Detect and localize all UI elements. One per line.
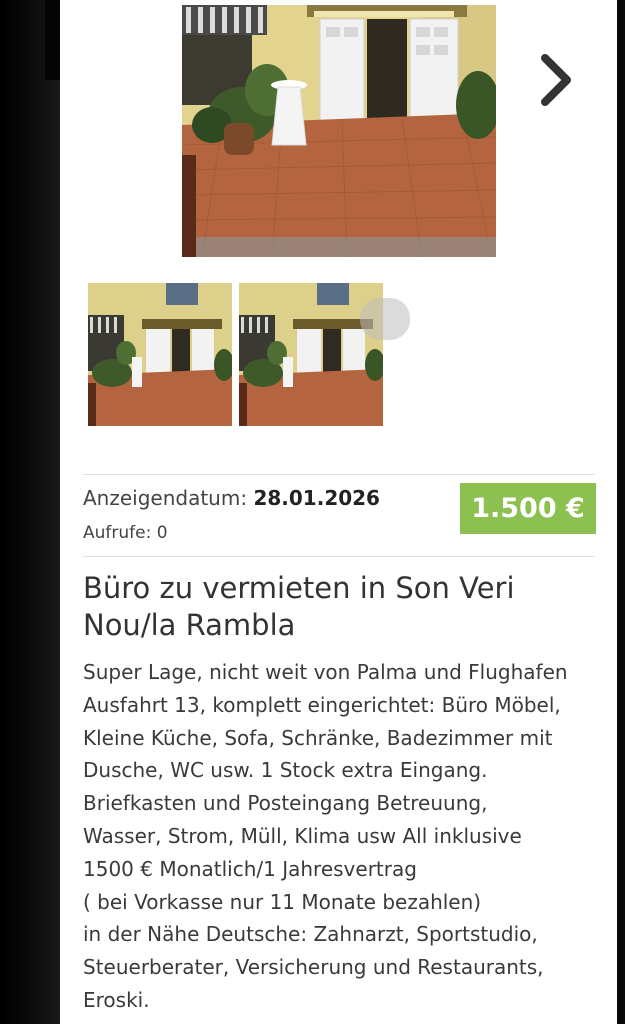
left-backdrop xyxy=(0,0,60,1024)
listing-date: Anzeigendatum: 28.01.2026 xyxy=(83,486,380,510)
chevron-right-icon xyxy=(541,54,571,106)
divider-bottom xyxy=(83,556,595,557)
thumbnail-2[interactable] xyxy=(239,283,383,426)
price-badge: 1.500 € xyxy=(460,483,596,534)
listing-title: Büro zu vermieten in Son Veri Nou/la Ram… xyxy=(83,571,515,642)
divider-top xyxy=(83,474,595,475)
main-photo[interactable] xyxy=(182,5,496,257)
screen: Anzeigendatum: 28.01.2026 Aufrufe: 0 1.5… xyxy=(0,0,625,1024)
date-label: Anzeigendatum: xyxy=(83,486,248,510)
date-value: 28.01.2026 xyxy=(253,486,380,510)
swipe-indicator xyxy=(360,298,410,340)
next-image-button[interactable] xyxy=(530,50,580,110)
view-count: Aufrufe: 0 xyxy=(83,523,168,543)
listing-page: Anzeigendatum: 28.01.2026 Aufrufe: 0 1.5… xyxy=(60,0,617,1024)
right-backdrop xyxy=(617,0,625,1024)
thumbnail-1[interactable] xyxy=(88,283,232,426)
listing-description: Super Lage, nicht weit von Palma und Flu… xyxy=(83,660,568,1012)
